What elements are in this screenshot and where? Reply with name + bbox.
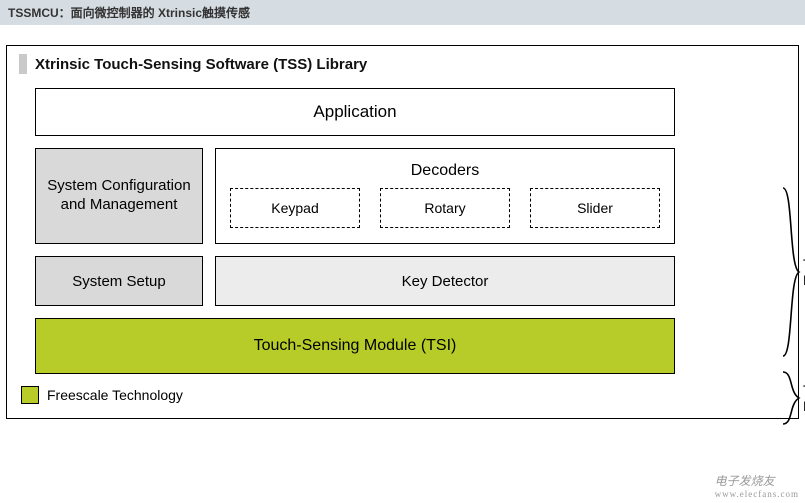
- system-setup-block: System Setup: [35, 256, 203, 306]
- row-config-decoders: System Configuration and Management Deco…: [35, 148, 675, 244]
- watermark-main: 电子发烧友: [715, 474, 775, 488]
- system-config-label: System Configuration and Management: [36, 177, 202, 215]
- page-header-text: TSSMCU：面向微控制器的 Xtrinsic触摸传感: [8, 6, 250, 20]
- key-detector-block: Key Detector: [215, 256, 675, 306]
- decoders-label: Decoders: [411, 162, 479, 180]
- decoders-block: Decoders Keypad Rotary Slider: [215, 148, 675, 244]
- application-block: Application: [35, 88, 675, 136]
- bracket-tsi-module: TSI Module: [781, 370, 801, 426]
- diagram-container: Xtrinsic Touch-Sensing Software (TSS) Li…: [6, 45, 799, 419]
- title-accent-bar: [19, 54, 27, 74]
- decoder-slider: Slider: [530, 188, 660, 228]
- decoder-keypad: Keypad: [230, 188, 360, 228]
- system-setup-label: System Setup: [72, 273, 165, 290]
- watermark: 电子发烧友 www.elecfans.com: [715, 472, 799, 499]
- application-label: Application: [313, 102, 396, 122]
- system-config-block: System Configuration and Management: [35, 148, 203, 244]
- watermark-sub: www.elecfans.com: [715, 489, 799, 499]
- bracket-tss-library: TSS Library: [781, 186, 801, 358]
- legend-swatch-freescale: [21, 386, 39, 404]
- tss-library-rows: System Configuration and Management Deco…: [35, 148, 675, 306]
- tsi-module-block: Touch-Sensing Module (TSI): [35, 318, 675, 374]
- diagram-title: Xtrinsic Touch-Sensing Software (TSS) Li…: [35, 56, 367, 73]
- diagram-title-row: Xtrinsic Touch-Sensing Software (TSS) Li…: [19, 54, 770, 74]
- key-detector-label: Key Detector: [402, 273, 489, 290]
- row-setup-keydetector: System Setup Key Detector: [35, 256, 675, 306]
- legend: Freescale Technology: [21, 386, 770, 404]
- page-header: TSSMCU：面向微控制器的 Xtrinsic触摸传感: [0, 0, 805, 25]
- decoder-rotary: Rotary: [380, 188, 510, 228]
- tsi-module-label: Touch-Sensing Module (TSI): [254, 337, 457, 355]
- decoder-items: Keypad Rotary Slider: [216, 188, 674, 236]
- legend-label-freescale: Freescale Technology: [47, 387, 183, 403]
